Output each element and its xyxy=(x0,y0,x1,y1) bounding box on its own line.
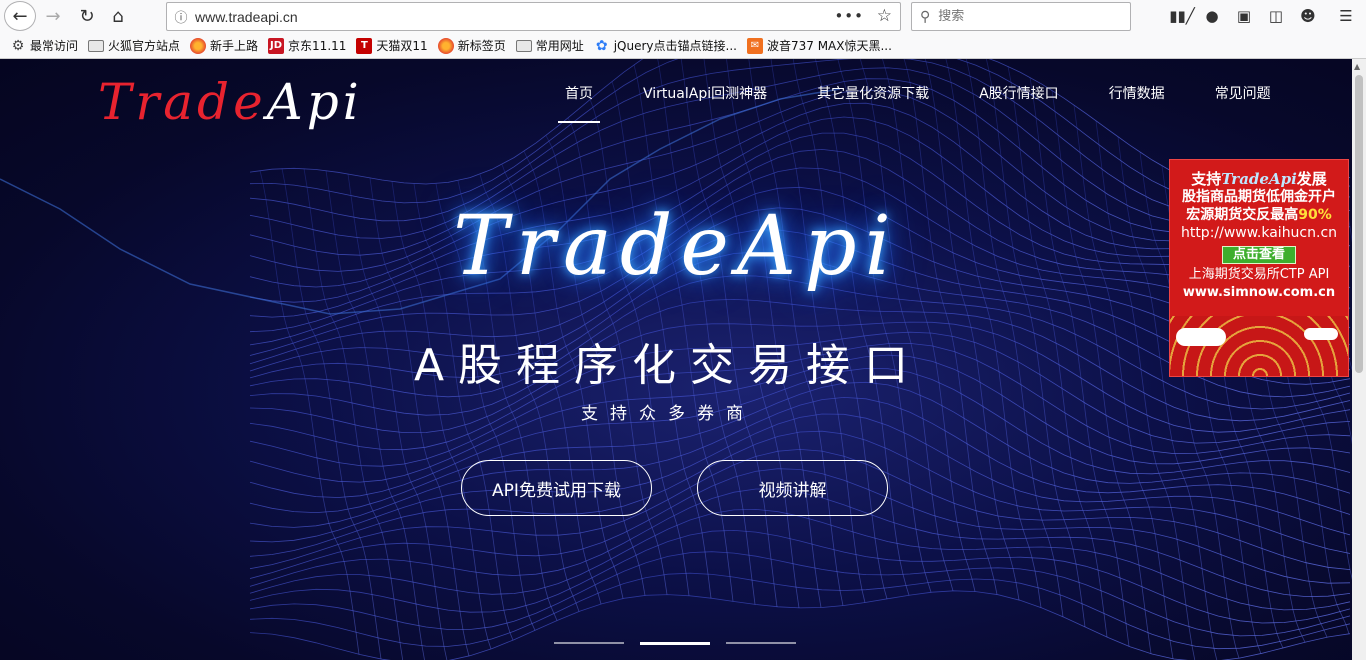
bookmarks-bar: ⚙ 最常访问 火狐官方站点 新手上路 JD 京东11.11 T 天猫双11 新标签页 … xyxy=(0,33,1366,59)
slide-indicator[interactable] xyxy=(726,642,796,644)
hero-subtitle: A股程序化交易接口 xyxy=(413,340,923,391)
firefox-icon xyxy=(190,37,207,54)
home-icon: ⌂ xyxy=(112,6,124,27)
search-bar[interactable]: ⚲ xyxy=(911,2,1131,31)
bookmark-item[interactable]: ✿ jQuery点击锚点链接... xyxy=(594,37,737,54)
nav-item-home[interactable]: 首页 xyxy=(540,73,618,123)
bookmark-item[interactable]: ✉ 波音737 MAX惊天黑... xyxy=(746,37,892,54)
gear-icon: ⚙ xyxy=(11,37,25,54)
arrow-left-icon: ← xyxy=(12,5,28,27)
back-button[interactable]: ← xyxy=(4,1,36,31)
scroll-thumb[interactable] xyxy=(1355,75,1363,373)
slider-pagination xyxy=(554,642,796,645)
bookmark-star-icon[interactable]: ☆ xyxy=(877,6,892,26)
info-icon[interactable]: ⓘ xyxy=(167,7,195,26)
page-actions-icon[interactable]: ••• xyxy=(834,7,864,25)
ad-banner[interactable]: 支持TradeApi发展 股指商品期货低佣金开户 宏源期货交反最高90% htt… xyxy=(1169,159,1349,377)
url-bar[interactable]: ⓘ www.tradeapi.cn ••• ☆ xyxy=(166,2,901,31)
bookmark-item[interactable]: T 天猫双11 xyxy=(356,37,428,54)
bookmark-item[interactable]: 常用网址 xyxy=(515,37,584,54)
ad-line: 宏源期货交反最高90% xyxy=(1186,207,1332,223)
ad-view-button[interactable]: 点击查看 xyxy=(1222,246,1296,264)
menu-icon[interactable]: ☰ xyxy=(1334,4,1358,28)
home-button[interactable]: ⌂ xyxy=(103,3,133,30)
nav-item-resources[interactable]: 其它量化资源下载 xyxy=(792,73,954,113)
bookmark-item[interactable]: 新标签页 xyxy=(437,37,506,54)
ad-line: www.simnow.com.cn xyxy=(1182,285,1336,300)
reload-button[interactable]: ↻ xyxy=(72,3,102,30)
bookmark-item[interactable]: JD 京东11.11 xyxy=(268,37,346,54)
cloud-icon xyxy=(1304,328,1338,340)
bookmark-item[interactable]: 火狐官方站点 xyxy=(88,37,180,54)
nav-item-faq[interactable]: 常见问题 xyxy=(1190,73,1296,113)
api-download-button[interactable]: API免费试用下载 xyxy=(461,460,652,516)
folder-icon xyxy=(515,39,532,52)
search-icon: ⚲ xyxy=(920,8,931,25)
reload-icon: ↻ xyxy=(79,6,95,27)
search-input[interactable] xyxy=(938,9,1109,24)
slide-indicator[interactable] xyxy=(554,642,624,644)
nav-item-virtualapi[interactable]: VirtualApi回测神器 xyxy=(618,73,792,113)
nav-item-a-share-quotes[interactable]: A股行情接口 xyxy=(954,73,1084,113)
site-logo[interactable]: TradeApi xyxy=(98,73,363,131)
ad-line: 支持TradeApi发展 xyxy=(1191,170,1327,188)
screenshot-icon[interactable]: ▣ xyxy=(1232,4,1256,28)
library-icon[interactable]: ▮▮╱ xyxy=(1169,4,1195,28)
main-nav: 首页 VirtualApi回测神器 其它量化资源下载 A股行情接口 行情数据 常… xyxy=(540,73,1296,123)
ad-line: 股指商品期货低佣金开户 xyxy=(1182,189,1336,205)
baidu-paw-icon: ✿ xyxy=(595,37,608,54)
hero-title: TradeApi xyxy=(453,199,899,294)
video-button[interactable]: 视频讲解 xyxy=(697,460,888,516)
account-icon[interactable]: ☻ xyxy=(1296,4,1320,28)
folder-icon xyxy=(88,39,105,52)
arrow-right-icon: → xyxy=(45,6,61,27)
cloud-icon xyxy=(1176,328,1226,346)
browser-toolbar: ← → ↻ ⌂ ⓘ www.tradeapi.cn ••• ☆ ⚲ ▮▮╱ ● … xyxy=(0,0,1366,33)
bookmark-item[interactable]: ⚙ 最常访问 xyxy=(10,37,78,54)
nav-item-market-data[interactable]: 行情数据 xyxy=(1084,73,1190,113)
ad-line: http://www.kaihucn.cn xyxy=(1180,225,1338,241)
chat-icon[interactable]: ● xyxy=(1200,4,1224,28)
jd-icon: JD xyxy=(268,37,285,54)
forward-button[interactable]: → xyxy=(38,3,68,30)
news-icon: ✉ xyxy=(746,37,763,54)
bookmark-item[interactable]: 新手上路 xyxy=(190,37,258,54)
ad-wave-pattern xyxy=(1170,316,1348,376)
ad-line: 上海期货交易所CTP API xyxy=(1188,267,1330,282)
hero-tagline: 支持众多券商 xyxy=(581,404,755,424)
tmall-icon: T xyxy=(356,37,373,54)
url-text[interactable]: www.tradeapi.cn xyxy=(195,9,298,25)
slide-indicator-active[interactable] xyxy=(640,642,710,645)
sidebar-icon[interactable]: ◫ xyxy=(1264,4,1288,28)
scroll-up-icon[interactable]: ▲ xyxy=(1354,62,1360,71)
web-page: TradeApi 首页 VirtualApi回测神器 其它量化资源下载 A股行情… xyxy=(0,59,1352,660)
scrollbar[interactable]: ▲ xyxy=(1352,59,1366,660)
firefox-icon xyxy=(437,37,454,54)
